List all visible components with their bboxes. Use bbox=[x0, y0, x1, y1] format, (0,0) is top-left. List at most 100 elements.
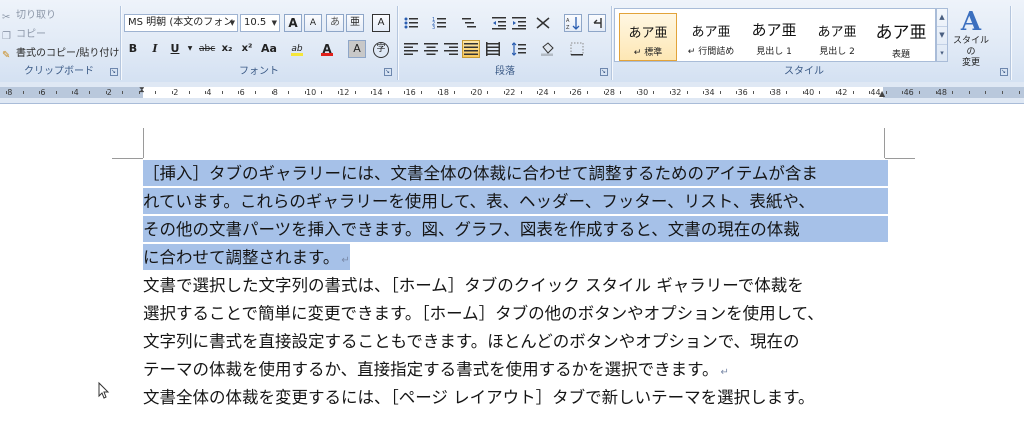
bold-button[interactable]: B bbox=[124, 40, 142, 58]
selected-text-line[interactable]: その他の文書パーツを挿入できます。図、グラフ、図表を作成すると、文書の現在の体裁 bbox=[143, 216, 888, 242]
paragraph-dialog-launcher[interactable]: ↘ bbox=[600, 68, 608, 76]
superscript-button[interactable]: x² bbox=[238, 40, 256, 58]
text-line[interactable]: 文字列に書式を直接設定することもできます。ほとんどのボタンやオプションで、現在の bbox=[143, 328, 800, 354]
text-line[interactable]: テーマの体裁を使用するか、直接指定する書式を使用するかを選択できます。 ↵ bbox=[143, 356, 729, 382]
gallery-up-icon[interactable]: ▲ bbox=[937, 9, 947, 27]
ruler-tick bbox=[653, 91, 654, 94]
horizontal-ruler[interactable]: 8 6 4 2 2 4 6 8 10 12 14 16 18 20 22 24 26 28 30 32 34 36 38 40… bbox=[0, 82, 1024, 104]
bullets-button[interactable] bbox=[402, 14, 420, 32]
ruler-tick bbox=[687, 91, 688, 94]
ruler-tick bbox=[371, 91, 372, 94]
align-left-button[interactable] bbox=[402, 40, 420, 58]
distributed-icon bbox=[486, 42, 500, 56]
increase-indent-button[interactable] bbox=[510, 14, 528, 32]
right-indent-marker[interactable]: ▲ bbox=[879, 89, 885, 98]
copy-label: コピー bbox=[16, 29, 46, 40]
ruler-tick bbox=[471, 91, 472, 94]
character-shading-icon: A bbox=[353, 42, 361, 55]
grow-font-button[interactable]: A bbox=[284, 14, 302, 32]
ruler-tick bbox=[1019, 91, 1020, 94]
show-hide-marks-button[interactable] bbox=[588, 14, 606, 32]
selected-text-line[interactable]: に合わせて調整されます。 ↵ bbox=[143, 244, 350, 270]
selected-text-line[interactable]: ［挿入］タブのギャラリーには、文書全体の体裁に合わせて調整するためのアイテムが含… bbox=[143, 160, 888, 186]
selected-text-line[interactable]: れています。これらのギャラリーを使用して、表、ヘッダー、フッター、リスト、表紙や… bbox=[143, 188, 888, 214]
underline-button[interactable]: U bbox=[166, 40, 184, 58]
subscript-button[interactable]: x₂ bbox=[218, 40, 236, 58]
ruler-tick bbox=[321, 91, 322, 94]
clear-formatting-icon: あ bbox=[330, 17, 340, 28]
format-painter-button[interactable]: ✎ 書式のコピー/貼り付け bbox=[2, 46, 119, 62]
asian-layout-button[interactable] bbox=[534, 14, 552, 32]
decrease-indent-button[interactable] bbox=[490, 14, 508, 32]
gallery-down-icon[interactable]: ▼ bbox=[937, 27, 947, 45]
style-heading-1[interactable]: あア亜 見出し 1 bbox=[745, 13, 803, 61]
increase-indent-icon bbox=[512, 17, 526, 30]
align-center-button[interactable] bbox=[422, 40, 440, 58]
font-name-value: MS 明朝 (本文のフォン bbox=[128, 17, 234, 28]
decrease-indent-icon bbox=[492, 17, 506, 30]
italic-button[interactable]: I bbox=[146, 40, 164, 58]
superscript-icon: x² bbox=[241, 43, 253, 54]
character-border-button[interactable]: A bbox=[372, 14, 390, 32]
style-heading-2[interactable]: あア亜 見出し 2 bbox=[808, 13, 866, 61]
justify-button[interactable] bbox=[462, 40, 480, 58]
multilevel-list-button[interactable] bbox=[460, 14, 478, 32]
left-indent-marker[interactable]: ⧗ bbox=[139, 85, 145, 95]
line-text: 文字列に書式を直接設定することもできます。ほとんどのボタンやオプションで、現在の bbox=[143, 332, 800, 351]
ruler-tick bbox=[869, 91, 870, 94]
style-title[interactable]: あア亜 表題 bbox=[871, 13, 931, 61]
ruler-number: 6 bbox=[239, 88, 245, 97]
numbering-button[interactable]: 123 bbox=[430, 14, 448, 32]
font-name-combobox[interactable]: MS 明朝 (本文のフォン ▼ bbox=[124, 14, 238, 32]
format-painter-icon: ✎ bbox=[2, 50, 11, 61]
align-left-icon bbox=[404, 43, 418, 55]
ruler-number: 46 bbox=[903, 88, 914, 97]
ruler-number: 20 bbox=[472, 88, 483, 97]
text-line[interactable]: 選択することで簡単に変更できます。［ホーム］タブの他のボタンやオプションを使用し… bbox=[143, 300, 824, 326]
font-size-combobox[interactable]: 10.5 ▼ bbox=[240, 14, 280, 32]
document-page[interactable]: ［挿入］タブのギャラリーには、文書全体の体裁に合わせて調整するためのアイテムが含… bbox=[0, 104, 1024, 427]
gallery-more-icon[interactable]: ▾ bbox=[937, 45, 947, 62]
font-color-button[interactable]: A bbox=[318, 40, 336, 58]
style-no-spacing[interactable]: あア亜 ↵ 行間詰め bbox=[682, 13, 740, 61]
change-case-icon: Aa bbox=[261, 42, 277, 55]
underline-dropdown[interactable]: ▼ bbox=[184, 40, 196, 58]
phonetic-guide-button[interactable]: 亜 bbox=[346, 14, 364, 32]
line-text: れています。これらのギャラリーを使用して、表、ヘッダー、フッター、リスト、表紙や… bbox=[143, 192, 815, 211]
ruler-number: 12 bbox=[339, 88, 350, 97]
group-separator bbox=[397, 6, 398, 80]
cut-button[interactable]: ✂ 切り取り bbox=[2, 8, 56, 24]
change-styles-button[interactable]: A スタイルの 変更 bbox=[950, 8, 992, 68]
ruler-tick bbox=[736, 91, 737, 94]
text-line[interactable]: 文書全体の体裁を変更するには、［ページ レイアウト］タブで新しいテーマを選択しま… bbox=[143, 384, 815, 410]
align-right-button[interactable] bbox=[442, 40, 460, 58]
mouse-pointer-icon bbox=[96, 381, 112, 403]
sort-button[interactable]: AZ bbox=[564, 14, 582, 32]
clear-formatting-button[interactable]: あ bbox=[326, 14, 344, 32]
distributed-button[interactable] bbox=[484, 40, 502, 58]
shading-button[interactable] bbox=[538, 40, 556, 58]
shrink-font-button[interactable]: A bbox=[304, 14, 322, 32]
ruler-tick bbox=[404, 91, 405, 94]
text-line[interactable]: 文書で選択した文字列の書式は、［ホーム］タブのクイック スタイル ギャラリーで体… bbox=[143, 272, 804, 298]
line-text: に合わせて調整されます。 bbox=[143, 248, 340, 267]
quick-styles-gallery: あア亜 ↵ 標準 あア亜 ↵ 行間詰め あア亜 見出し 1 あア亜 見出し 2 … bbox=[614, 8, 936, 62]
enclose-characters-button[interactable]: 字 bbox=[372, 40, 390, 58]
ruler-tick bbox=[222, 91, 223, 94]
ruler-tick bbox=[587, 91, 588, 94]
line-spacing-button[interactable] bbox=[510, 40, 528, 58]
copy-button[interactable]: ❐ コピー bbox=[2, 27, 46, 43]
borders-button[interactable] bbox=[568, 40, 586, 58]
clipboard-dialog-launcher[interactable]: ↘ bbox=[110, 68, 118, 76]
font-dialog-launcher[interactable]: ↘ bbox=[384, 68, 392, 76]
crop-mark bbox=[143, 128, 144, 158]
style-name: 見出し 2 bbox=[819, 47, 855, 57]
styles-dialog-launcher[interactable]: ↘ bbox=[1000, 68, 1008, 76]
character-shading-button[interactable]: A bbox=[348, 40, 366, 58]
paragraph-mark-icon: ↵ bbox=[341, 255, 350, 266]
svg-text:Z: Z bbox=[566, 25, 570, 30]
style-normal[interactable]: あア亜 ↵ 標準 bbox=[619, 13, 677, 61]
highlight-button[interactable]: ab bbox=[288, 40, 306, 58]
strikethrough-button[interactable]: abc bbox=[198, 40, 216, 58]
change-case-button[interactable]: Aa bbox=[260, 40, 278, 58]
